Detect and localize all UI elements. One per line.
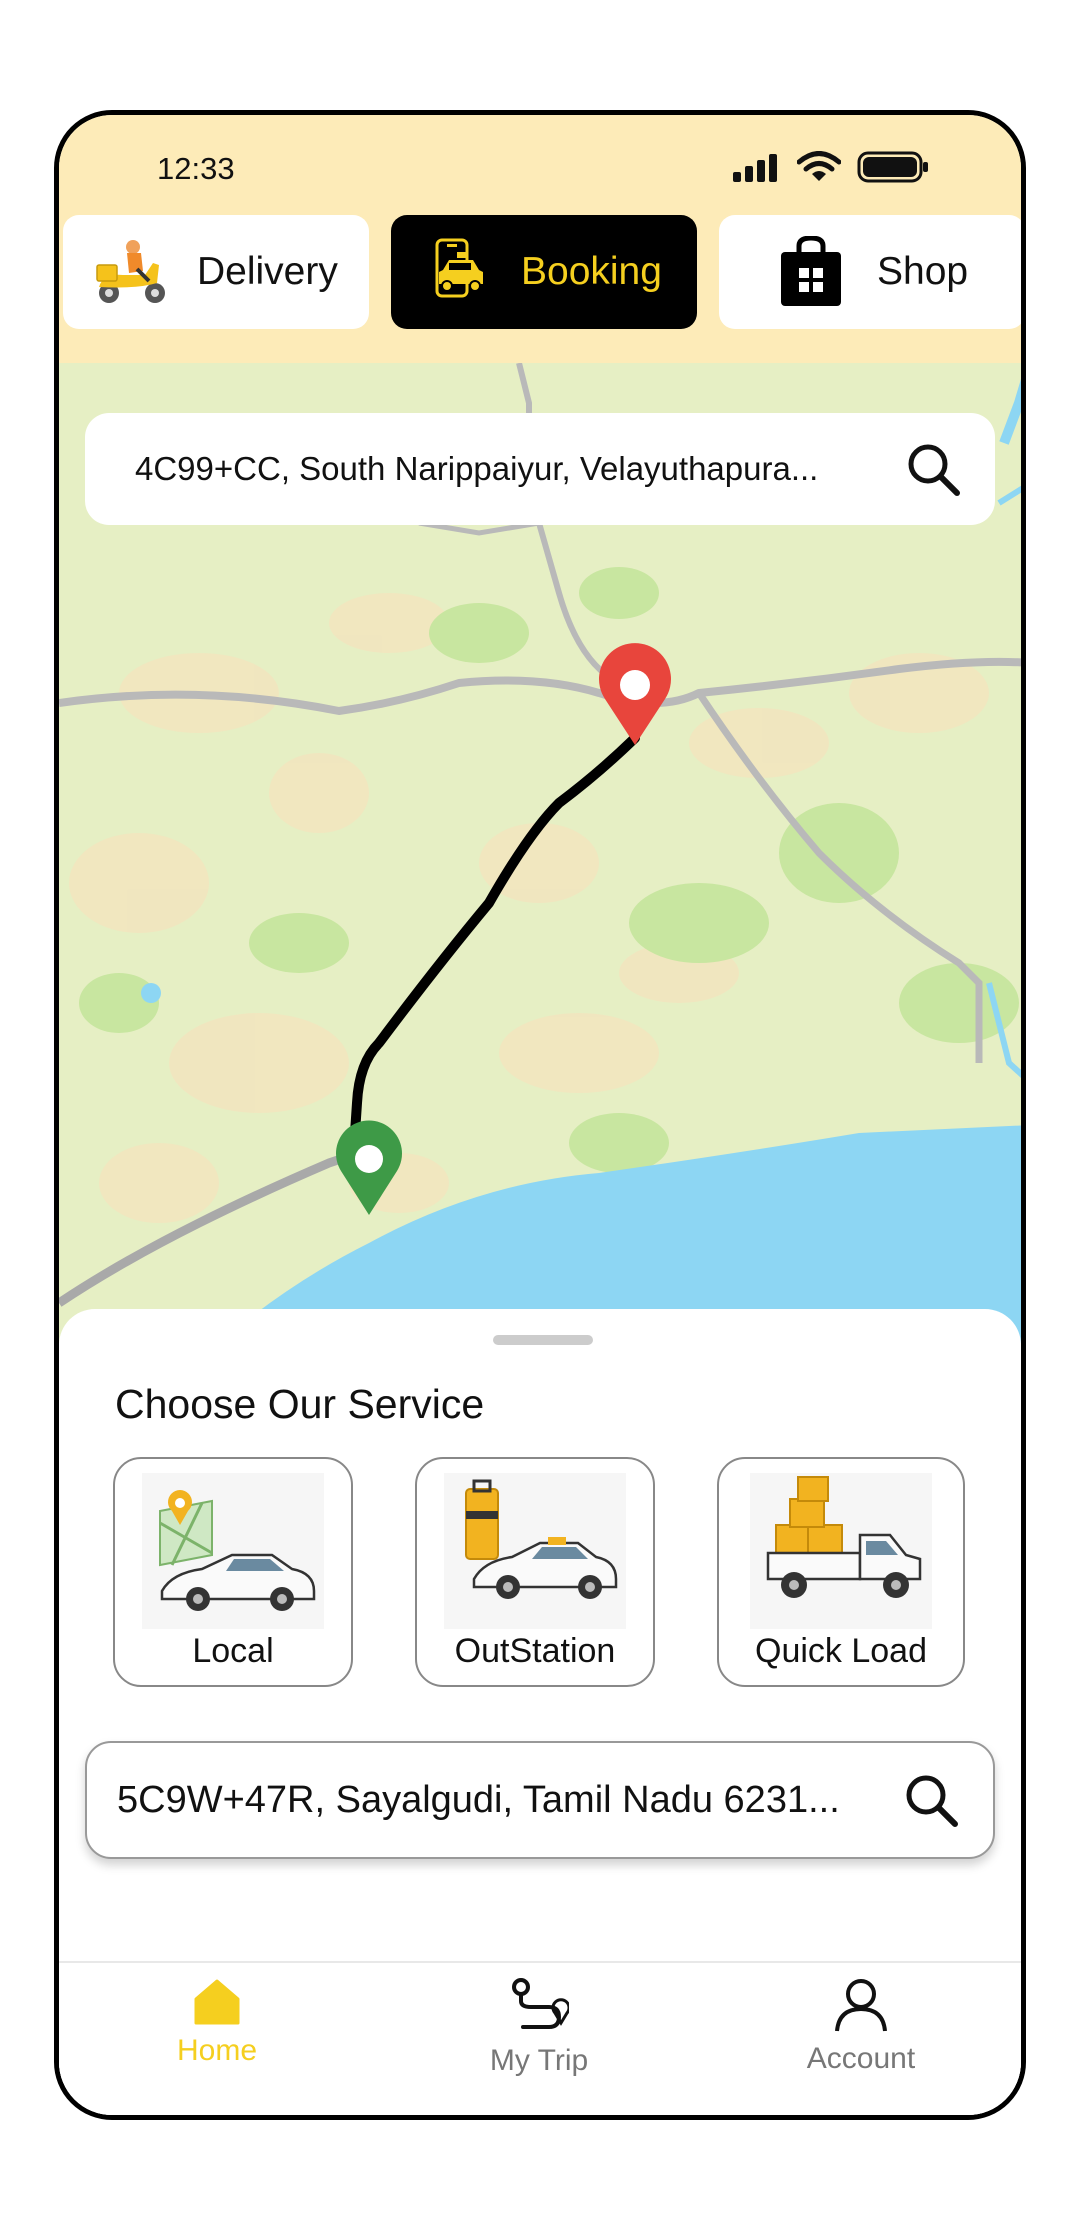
tab-delivery[interactable]: Delivery bbox=[63, 215, 369, 329]
pickup-address: 4C99+CC, South Narippaiyur, Velayuthapur… bbox=[135, 450, 819, 487]
sheet-title: Choose Our Service bbox=[115, 1381, 485, 1427]
phone-frame: 12:33 Delivery Booking Shop 4C99+CC, Sou… bbox=[54, 110, 1026, 2120]
pickup-search-bar[interactable]: 4C99+CC, South Narippaiyur, Velayuthapur… bbox=[85, 413, 995, 525]
service-card-outstation-label: OutStation bbox=[454, 1632, 616, 1670]
tab-shop-label: Shop bbox=[877, 250, 969, 293]
tab-booking-label: Booking bbox=[521, 250, 662, 293]
map-pond bbox=[141, 983, 161, 1003]
battery-icon bbox=[857, 151, 928, 183]
nav-my-trip[interactable]: My Trip bbox=[439, 1977, 639, 2078]
wifi-icon bbox=[797, 151, 841, 181]
signal-icon bbox=[733, 154, 777, 182]
taxi-phone-icon bbox=[435, 238, 483, 298]
tab-shop[interactable]: Shop bbox=[719, 215, 1021, 329]
service-card-outstation[interactable]: OutStation bbox=[415, 1457, 655, 1687]
person-icon bbox=[835, 1979, 887, 2032]
status-icons bbox=[731, 151, 931, 183]
outstation-car-luggage-icon bbox=[444, 1473, 626, 1629]
nav-account[interactable]: Account bbox=[761, 1977, 961, 2076]
service-card-quick-load[interactable]: Quick Load bbox=[717, 1457, 965, 1687]
pickup-truck-boxes-icon bbox=[750, 1473, 932, 1629]
service-card-local[interactable]: Local bbox=[113, 1457, 353, 1687]
tab-booking[interactable]: Booking bbox=[391, 215, 697, 329]
bottom-navigation: Home My Trip Account bbox=[59, 1961, 1021, 2115]
status-time: 12:33 bbox=[157, 151, 235, 186]
search-icon[interactable] bbox=[903, 1772, 959, 1828]
nav-home-label: Home bbox=[176, 2034, 258, 2067]
local-car-map-icon bbox=[142, 1473, 324, 1629]
route-icon bbox=[512, 1978, 571, 2029]
nav-account-label: Account bbox=[806, 2042, 916, 2075]
destination-address: 5C9W+47R, Sayalgudi, Tamil Nadu 6231... bbox=[117, 1778, 840, 1821]
tab-delivery-label: Delivery bbox=[197, 250, 338, 293]
search-icon[interactable] bbox=[905, 441, 961, 497]
route-map[interactable]: 4C99+CC, South Narippaiyur, Velayuthapur… bbox=[59, 363, 1021, 1343]
destination-search-bar[interactable]: 5C9W+47R, Sayalgudi, Tamil Nadu 6231... bbox=[85, 1741, 995, 1859]
scooter-delivery-icon bbox=[96, 240, 165, 303]
service-card-quick-load-label: Quick Load bbox=[755, 1632, 927, 1670]
home-icon bbox=[194, 1979, 240, 2025]
shopping-bag-icon bbox=[781, 236, 841, 306]
service-card-local-label: Local bbox=[192, 1632, 274, 1670]
nav-my-trip-label: My Trip bbox=[489, 2044, 589, 2077]
nav-home[interactable]: Home bbox=[117, 1977, 317, 2068]
sheet-handle[interactable] bbox=[493, 1335, 593, 1345]
top-header: 12:33 Delivery Booking Shop bbox=[59, 115, 1021, 363]
